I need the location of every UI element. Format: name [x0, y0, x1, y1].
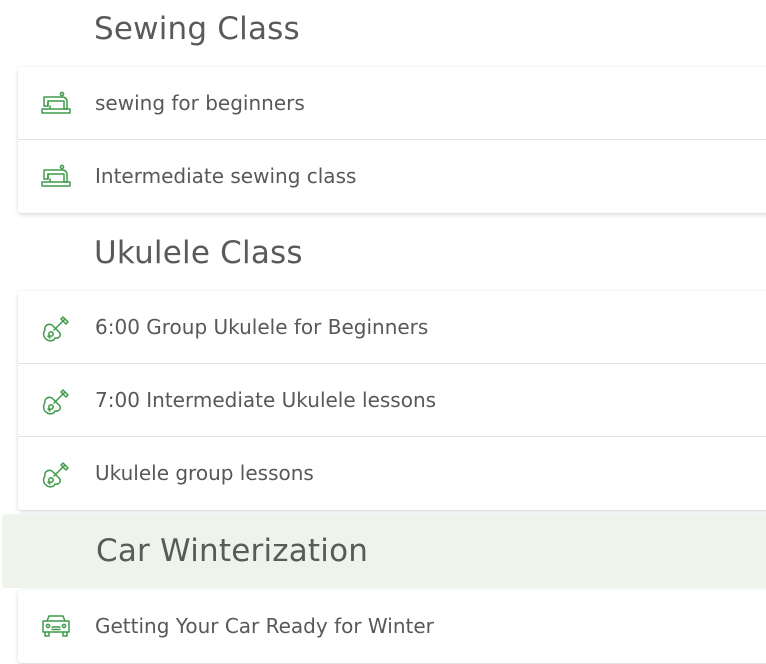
section-card-car-winterization: Getting Your Car Ready for Winter: [18, 590, 766, 663]
list-item-label: Getting Your Car Ready for Winter: [95, 614, 434, 638]
class-list: Sewing Class sewing for beginners Interm…: [0, 0, 766, 664]
section-header-ukulele-class: Ukulele Class: [94, 235, 303, 271]
section-card-ukulele-class: 6:00 Group Ukulele for Beginners 7:00 In…: [18, 291, 766, 510]
list-item-label: sewing for beginners: [95, 91, 305, 115]
section-header-car-winterization: Car Winterization: [2, 514, 766, 588]
list-item-ukulele-group-lessons[interactable]: Ukulele group lessons: [18, 437, 766, 510]
car-icon: [40, 612, 72, 640]
section-header-sewing-class: Sewing Class: [94, 11, 300, 47]
section-card-sewing-class: sewing for beginners Intermediate sewing…: [18, 67, 766, 213]
list-item-label: Intermediate sewing class: [95, 164, 357, 188]
list-item-label: 7:00 Intermediate Ukulele lessons: [95, 388, 437, 412]
ukulele-icon: [40, 313, 72, 342]
sewing-machine-icon: [40, 89, 72, 117]
list-item-sewing-for-beginners[interactable]: sewing for beginners: [18, 67, 766, 140]
list-item-intermediate-sewing-class[interactable]: Intermediate sewing class: [18, 140, 766, 213]
list-item-group-ukulele-beginners[interactable]: 6:00 Group Ukulele for Beginners: [18, 291, 766, 364]
sewing-machine-icon: [40, 162, 72, 190]
list-item-intermediate-ukulele-lessons[interactable]: 7:00 Intermediate Ukulele lessons: [18, 364, 766, 437]
list-item-label: Ukulele group lessons: [95, 461, 314, 485]
list-item-getting-car-ready-winter[interactable]: Getting Your Car Ready for Winter: [18, 590, 766, 663]
ukulele-icon: [40, 459, 72, 488]
list-item-label: 6:00 Group Ukulele for Beginners: [95, 315, 429, 339]
ukulele-icon: [40, 386, 72, 415]
